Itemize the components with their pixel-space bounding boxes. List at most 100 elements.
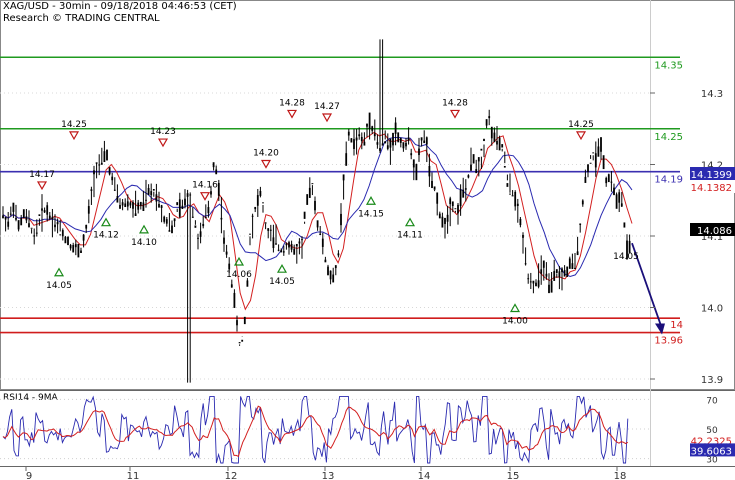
candle-body — [464, 188, 467, 190]
candle-body — [519, 218, 522, 226]
candle-body — [399, 137, 402, 143]
candle-body — [350, 138, 353, 143]
candle-body — [436, 192, 439, 204]
candle-body — [389, 138, 392, 148]
candle-body — [574, 267, 576, 270]
candle-body — [386, 145, 389, 149]
candle-body — [405, 142, 407, 147]
candle-body — [106, 149, 108, 161]
candle-body — [340, 213, 342, 226]
rsi-ma-line — [2, 405, 629, 457]
candle-body — [33, 235, 36, 237]
swing-high-marker — [321, 113, 333, 123]
swing-high-label: 14.17 — [29, 170, 55, 180]
candle-body — [384, 141, 387, 144]
candle-body — [579, 223, 582, 225]
candle-body — [46, 205, 49, 215]
candle-body — [17, 220, 20, 230]
candle-body — [493, 132, 496, 143]
candle-body — [488, 116, 491, 119]
candle-body — [314, 200, 316, 211]
candle-body — [496, 140, 498, 145]
candle-body — [306, 194, 309, 205]
candle-body — [542, 260, 545, 268]
swing-high-marker — [199, 192, 211, 201]
swing-high-label: 14.28 — [442, 98, 468, 108]
candle-body — [228, 263, 231, 270]
candle-body — [77, 243, 80, 258]
candle-body — [438, 213, 441, 219]
candle-body — [483, 138, 485, 142]
swing-high-marker — [36, 181, 48, 191]
candle-body — [4, 216, 7, 220]
candle-body — [371, 126, 374, 131]
candle-body — [269, 229, 272, 231]
candle-body — [20, 218, 23, 226]
candle-body — [225, 251, 228, 255]
candle-body — [480, 148, 483, 151]
candle-body — [532, 280, 535, 284]
candle-body — [9, 213, 12, 215]
level-label: 14.25 — [654, 132, 683, 143]
candle-body — [35, 232, 38, 234]
candle-body — [381, 143, 384, 146]
swing-low-label: 14.11 — [397, 231, 423, 241]
candle-body — [345, 153, 348, 166]
x-tick-label: 14 — [418, 471, 431, 480]
candle-body — [61, 230, 64, 237]
candle-body — [282, 251, 285, 253]
swing-low-marker — [53, 267, 65, 277]
candle-body — [210, 191, 212, 195]
candle-body — [113, 189, 116, 191]
candle-body — [181, 205, 184, 210]
candle-body — [571, 263, 574, 270]
candle-body — [607, 174, 610, 183]
candle-body — [93, 170, 95, 175]
candle-body — [64, 236, 67, 244]
x-tick-label: 11 — [127, 471, 140, 480]
ma-fast-value-label: 14.1382 — [691, 183, 732, 194]
y-tick-label: 14.0 — [701, 304, 723, 315]
ma-slow-value-label: 14.1399 — [691, 170, 732, 181]
candle-body — [22, 209, 25, 219]
rsi-value: 39.6063 — [691, 446, 732, 457]
candle-body — [568, 258, 571, 269]
candle-body — [207, 207, 210, 214]
candle-body — [103, 151, 106, 163]
candle-body — [548, 284, 550, 294]
candle-body — [236, 320, 238, 326]
swing-high-marker — [286, 109, 298, 119]
candle-body — [337, 253, 340, 256]
candle-body — [428, 165, 431, 177]
y-tick-label: 14.3 — [701, 89, 723, 100]
candle-body — [178, 199, 181, 217]
rsi-layer: 70503042.232539.6063 — [0, 395, 735, 466]
candle-body — [82, 234, 85, 241]
candle-body — [602, 155, 605, 170]
candle-body — [358, 134, 361, 137]
candle-body — [202, 223, 205, 227]
swing-low-label: 14.15 — [358, 209, 384, 219]
swing-low-label: 14.12 — [93, 231, 119, 241]
candle-body — [423, 140, 426, 144]
candle-body — [111, 176, 114, 181]
candle-body — [597, 146, 600, 157]
swing-high-label: 14.25 — [61, 120, 87, 130]
candle-body — [503, 165, 506, 168]
candle-body — [506, 183, 509, 187]
candle-body — [59, 234, 62, 236]
candle-body — [233, 292, 236, 308]
swing-low-label: 14.06 — [226, 270, 252, 280]
swing-low-marker — [404, 217, 416, 227]
x-tick-label: 18 — [614, 471, 627, 480]
swing-high-label: 14.25 — [568, 120, 594, 130]
candle-body — [165, 219, 168, 224]
candle-body — [522, 234, 524, 238]
candle-body — [295, 243, 298, 247]
candle-body — [576, 251, 579, 256]
candle-body — [392, 132, 394, 146]
candle-body — [262, 202, 264, 204]
candle-body — [43, 210, 46, 213]
candle-body — [199, 231, 202, 237]
candle-body — [501, 144, 504, 148]
